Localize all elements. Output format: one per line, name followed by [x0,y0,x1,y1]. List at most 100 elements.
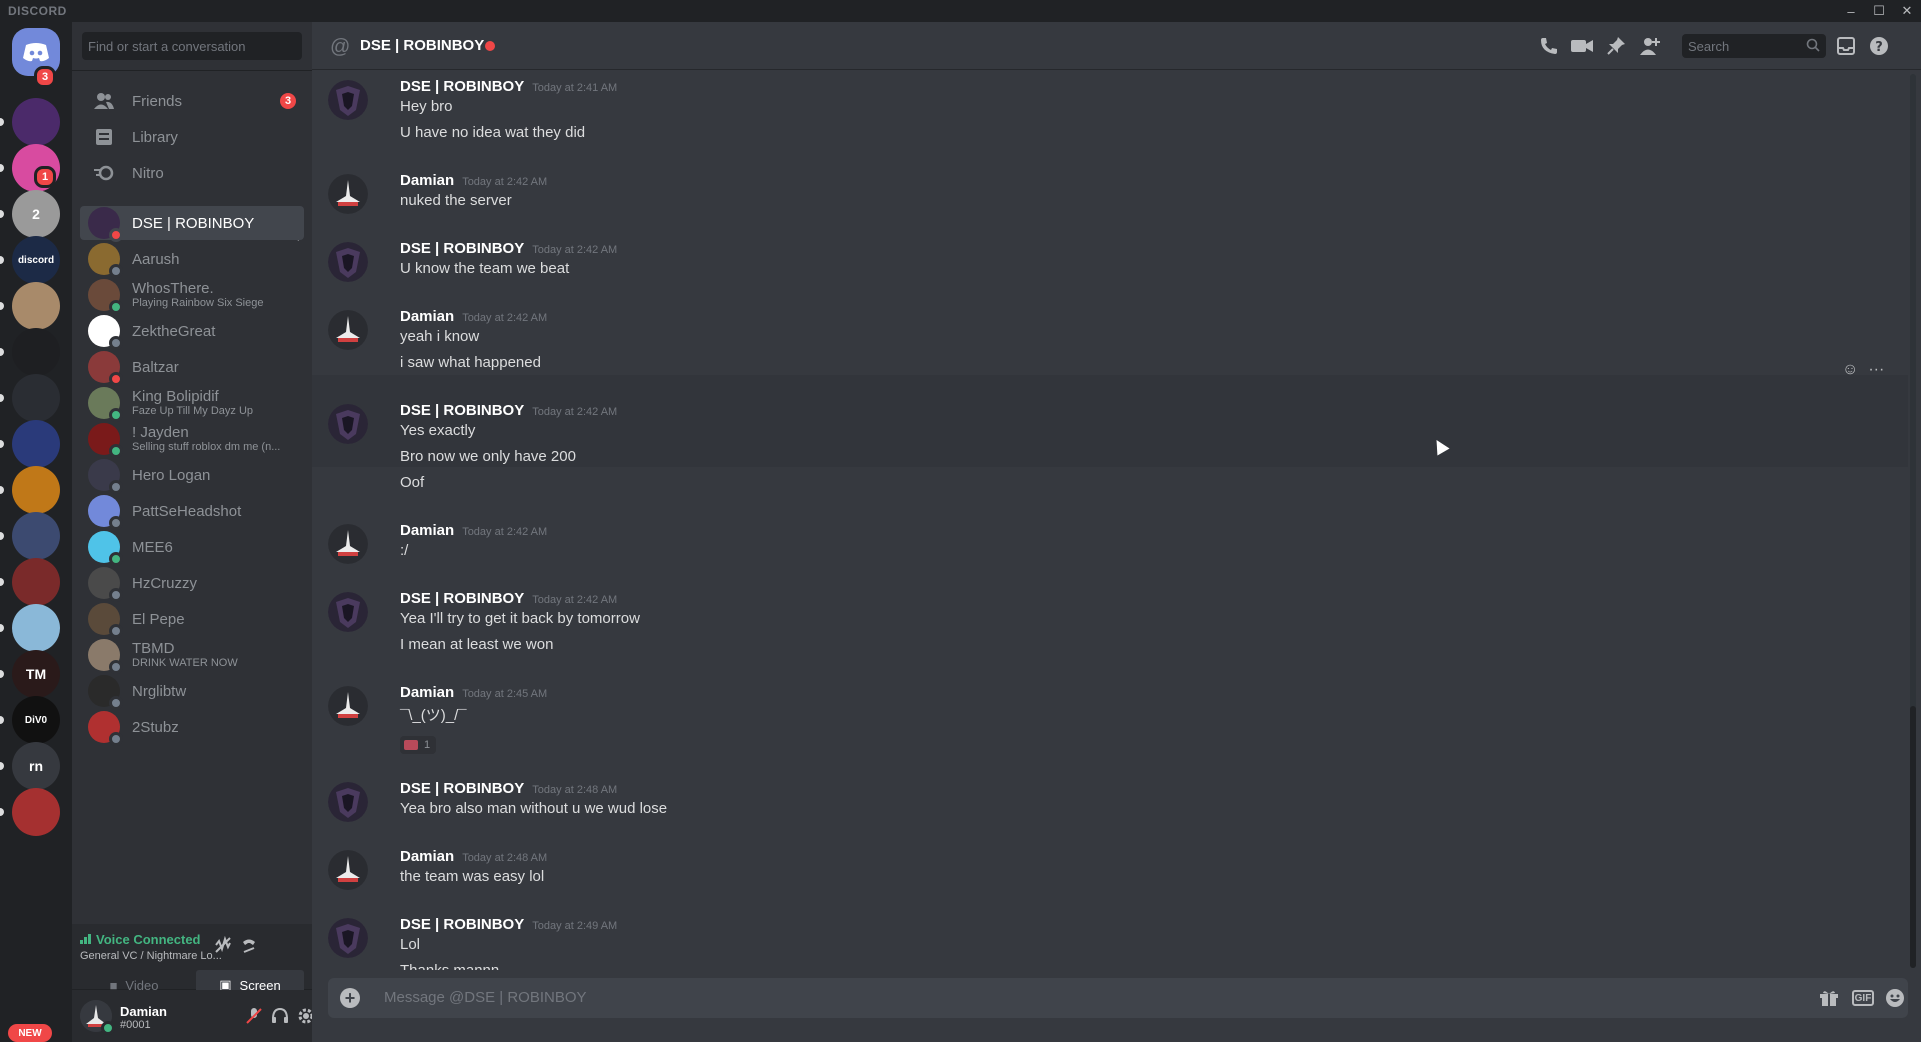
message-avatar[interactable] [328,310,368,350]
server-icon[interactable] [12,420,60,468]
message-author[interactable]: Damian Today at 2:42 AM [400,172,547,189]
message-avatar[interactable] [328,592,368,632]
status-indicator [109,264,123,278]
unread-pill [0,578,4,586]
dm-item[interactable]: King Bolipidif Faze Up Till My Dayz Up [80,386,304,422]
dm-item[interactable]: DSE | ROBINBOY [80,206,304,242]
nav-nitro[interactable]: Nitro [80,152,304,194]
server-icon[interactable]: TM [12,650,60,698]
add-friend-to-dm-icon[interactable] [1638,34,1662,58]
server-icon[interactable] [12,512,60,560]
server-icon[interactable] [12,98,60,146]
gift-icon[interactable] [1818,987,1840,1009]
dm-item[interactable]: HzCruzzy [80,566,304,602]
server-icon[interactable]: 2 [12,190,60,238]
message-avatar[interactable] [328,918,368,958]
dm-item[interactable]: ! Jayden Selling stuff roblox dm me (n... [80,422,304,458]
message-author[interactable]: DSE | ROBINBOY Today at 2:42 AM [400,402,617,419]
minimize-button[interactable]: – [1837,0,1865,22]
status-indicator [109,696,123,710]
inbox-icon[interactable] [1834,34,1858,58]
status-indicator [109,228,123,242]
noise-suppression-icon[interactable] [214,935,234,956]
server-icon[interactable] [12,282,60,330]
help-icon[interactable]: ? [1867,34,1891,58]
dm-name: King Bolipidif [132,388,219,405]
upload-plus-icon[interactable]: + [340,988,360,1008]
avatar [88,639,123,674]
avatar [88,351,123,386]
message-avatar[interactable] [328,782,368,822]
server-icon[interactable]: discord [12,236,60,284]
message-timestamp: Today at 2:48 AM [462,852,548,864]
dm-item[interactable]: El Pepe [80,602,304,638]
message-avatar[interactable] [328,850,368,890]
server-icon[interactable] [12,558,60,606]
new-badge[interactable]: NEW [8,1024,52,1042]
message-author[interactable]: DSE | ROBINBOY Today at 2:49 AM [400,916,617,933]
add-reaction-icon[interactable]: ☺ [1842,361,1858,379]
reaction-chip[interactable]: 1 [400,736,436,754]
message-avatar[interactable] [328,524,368,564]
start-voice-call-icon[interactable] [1537,34,1561,58]
maximize-button[interactable]: ☐ [1865,0,1893,22]
message-timestamp: Today at 2:42 AM [532,406,618,418]
title-bar: DISCORD – ☐ ✕ [0,0,1921,22]
dm-item[interactable]: PattSeHeadshot [80,494,304,530]
nav-library-label: Library [132,128,178,146]
user-name: Damian [120,1004,167,1019]
server-icon[interactable]: DiV0 [12,696,60,744]
server-icon[interactable] [12,374,60,422]
server-icon[interactable] [12,788,60,836]
message-author[interactable]: Damian Today at 2:42 AM [400,308,547,325]
message-avatar[interactable] [328,80,368,120]
message-avatar[interactable] [328,242,368,282]
headphones-icon[interactable] [270,1006,290,1026]
message-scrollbar[interactable] [1910,74,1916,968]
dm-name: 2Stubz [132,718,179,736]
dm-item[interactable]: 2Stubz [80,710,304,746]
dm-item[interactable]: MEE6 [80,530,304,566]
message-avatar[interactable] [328,686,368,726]
message-author[interactable]: Damian Today at 2:45 AM [400,684,547,701]
message-avatar[interactable] [328,174,368,214]
message-timestamp: Today at 2:41 AM [532,82,618,94]
server-icon[interactable] [12,604,60,652]
emoji-picker-icon[interactable] [1884,987,1906,1009]
message-text: I mean at least we won [400,636,554,653]
dm-item[interactable]: Baltzar [80,350,304,386]
voice-channel-name[interactable]: General VC / Nightmare Lo... [80,950,222,962]
message-input[interactable]: Message @DSE | ROBINBOY [384,989,587,1006]
dm-item[interactable]: Hero Logan [80,458,304,494]
dm-name: ZektheGreat [132,322,216,340]
status-indicator [109,732,123,746]
disconnect-icon[interactable] [240,936,260,956]
dm-item[interactable]: Nrglibtw [80,674,304,710]
start-video-call-icon[interactable] [1570,34,1594,58]
author-name: Damian [400,848,455,865]
message-author[interactable]: Damian Today at 2:48 AM [400,848,547,865]
user-avatar[interactable] [80,1000,115,1035]
dm-item[interactable]: WhosThere. Playing Rainbow Six Siege [80,278,304,314]
dm-item[interactable]: TBMD DRINK WATER NOW [80,638,304,674]
server-icon[interactable] [12,466,60,514]
scrollbar-thumb[interactable] [1910,706,1916,968]
server-icon[interactable]: rn [12,742,60,790]
message-author[interactable]: DSE | ROBINBOY Today at 2:41 AM [400,78,617,95]
message-composer[interactable]: + Message @DSE | ROBINBOY GIF [328,978,1908,1018]
more-options-icon[interactable]: ··· [1868,361,1884,379]
server-icon[interactable] [12,328,60,376]
dm-item[interactable]: ZektheGreat [80,314,304,350]
header-search-input[interactable]: Search [1682,34,1826,58]
dm-item[interactable]: Aarush [80,242,304,278]
find-conversation-input[interactable]: Find or start a conversation [82,32,302,60]
pinned-messages-icon[interactable] [1604,34,1628,58]
close-button[interactable]: ✕ [1893,0,1921,22]
message-avatar[interactable] [328,404,368,444]
message-author[interactable]: DSE | ROBINBOY Today at 2:42 AM [400,240,617,257]
gif-picker-button[interactable]: GIF [1852,990,1874,1006]
message-author[interactable]: DSE | ROBINBOY Today at 2:42 AM [400,590,617,607]
message-author[interactable]: DSE | ROBINBOY Today at 2:48 AM [400,780,617,797]
mute-microphone-icon[interactable] [244,1006,264,1026]
message-author[interactable]: Damian Today at 2:42 AM [400,522,547,539]
